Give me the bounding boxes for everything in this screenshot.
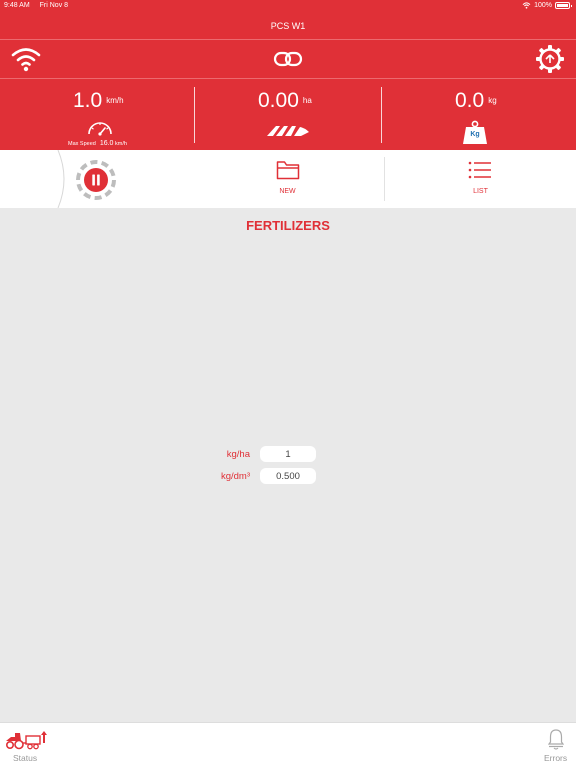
nav-bar: PCS W1 [0, 13, 576, 39]
page-title: PCS W1 [270, 21, 306, 31]
max-speed-unit: km/h [114, 141, 127, 147]
errors-tab-label: Errors [544, 753, 568, 763]
status-time: 9:48 AM [4, 2, 30, 9]
weight-badge: Kg [470, 131, 480, 138]
kg-dm3-label: kg/dm³ [220, 471, 250, 482]
area-unit: ha [302, 96, 312, 105]
tab-status[interactable]: Status [0, 723, 60, 768]
wifi-status-icon [522, 2, 531, 9]
weight-readout: 0.0 kg Kg [382, 79, 576, 151]
kg-ha-input[interactable] [260, 446, 316, 462]
list-icon [468, 161, 491, 179]
battery-icon [555, 2, 572, 9]
status-tab-label: Status [13, 753, 38, 763]
tractor-icon [5, 731, 47, 750]
field-row-kg-dm3: kg/dm³ [0, 468, 576, 484]
toolbar [0, 40, 576, 78]
panel-curve [57, 150, 65, 208]
link-icon[interactable] [272, 49, 304, 69]
area-readout: 0.00 ha [195, 79, 381, 151]
area-value: 0.00 [258, 89, 299, 112]
bell-icon [548, 729, 564, 750]
status-date: Fri Nov 8 [39, 2, 69, 9]
tab-errors[interactable]: Errors [530, 723, 576, 768]
speed-unit: km/h [106, 96, 124, 105]
action-bar: NEW LIST [0, 150, 576, 208]
status-bar: 9:48 AM Fri Nov 8 100% [0, 0, 576, 13]
section-title: FERTILIZERS [246, 218, 330, 233]
speed-readout: 1.0 km/h Max Speed 16.0 km/h [0, 79, 194, 151]
wifi-icon[interactable] [10, 45, 42, 73]
kg-dm3-input[interactable] [260, 468, 316, 484]
gear-icon[interactable] [535, 44, 565, 74]
folder-icon [276, 161, 300, 180]
new-button[interactable]: NEW [194, 150, 381, 208]
weight-value: 0.0 [455, 89, 485, 112]
speed-value: 1.0 [73, 89, 103, 112]
weight-unit: kg [488, 96, 497, 105]
list-button[interactable]: LIST [385, 150, 576, 208]
field-icon [267, 126, 309, 136]
battery-percent: 100% [534, 2, 552, 9]
field-row-kg-ha: kg/ha [0, 446, 576, 462]
new-button-label: NEW [279, 188, 296, 195]
readout-panel: 1.0 km/h Max Speed 16.0 km/h 0.00 ha 0.0 kg [0, 78, 576, 150]
max-speed-label: Max Speed [68, 141, 96, 147]
pause-button[interactable] [74, 158, 118, 202]
list-button-label: LIST [473, 188, 488, 195]
tab-bar: Status Errors [0, 722, 576, 768]
max-speed-value: 16.0 [99, 140, 114, 147]
max-speed-readout: Max Speed 16.0 km/h [68, 140, 127, 147]
kg-ha-label: kg/ha [226, 449, 250, 460]
speedometer-icon [88, 122, 112, 136]
